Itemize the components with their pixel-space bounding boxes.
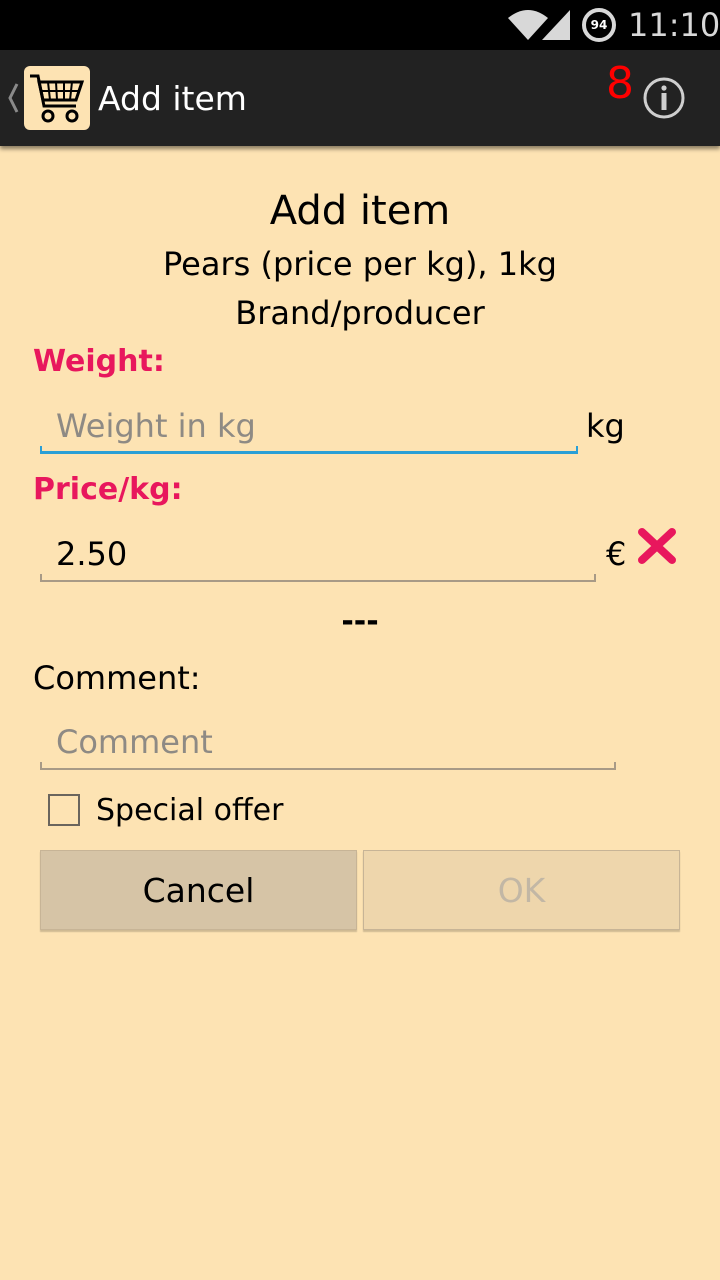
comment-placeholder: Comment — [56, 723, 213, 761]
weight-label: Weight: — [33, 344, 165, 379]
comment-input[interactable]: Comment — [40, 714, 616, 770]
brand-producer: Brand/producer — [235, 294, 485, 332]
special-offer-label[interactable]: Special offer — [96, 790, 283, 832]
special-offer-checkbox[interactable] — [48, 794, 80, 826]
cancel-button[interactable]: Cancel — [40, 850, 357, 930]
action-bar: Add item 8 — [0, 50, 720, 146]
computed-total: --- — [341, 604, 379, 639]
price-label: Price/kg: — [33, 472, 183, 507]
item-count: 8 — [606, 58, 634, 109]
price-underline — [40, 574, 596, 582]
price-input[interactable]: 2.50 — [40, 526, 596, 582]
status-bar: 94 11:10 — [0, 0, 720, 50]
info-icon[interactable] — [640, 74, 688, 122]
form-heading: Add item — [269, 188, 451, 234]
cell-signal-icon — [542, 10, 570, 40]
price-unit: € — [606, 535, 627, 573]
comment-underline — [40, 762, 616, 770]
weight-unit: kg — [586, 407, 625, 445]
comment-label: Comment: — [33, 659, 201, 697]
product-name: Pears (price per kg), 1kg — [163, 245, 557, 283]
weight-input[interactable]: Weight in kg — [40, 398, 578, 454]
status-clock: 11:10 — [628, 6, 720, 44]
up-caret-icon[interactable] — [6, 78, 20, 118]
price-value: 2.50 — [56, 535, 128, 573]
shopping-cart-icon[interactable] — [24, 66, 90, 130]
clear-price-icon[interactable] — [636, 524, 678, 566]
battery-level: 94 — [590, 18, 608, 32]
weight-underline — [40, 446, 578, 454]
ok-button[interactable]: OK — [363, 850, 680, 930]
weight-placeholder: Weight in kg — [56, 407, 256, 445]
action-bar-title: Add item — [98, 79, 247, 118]
